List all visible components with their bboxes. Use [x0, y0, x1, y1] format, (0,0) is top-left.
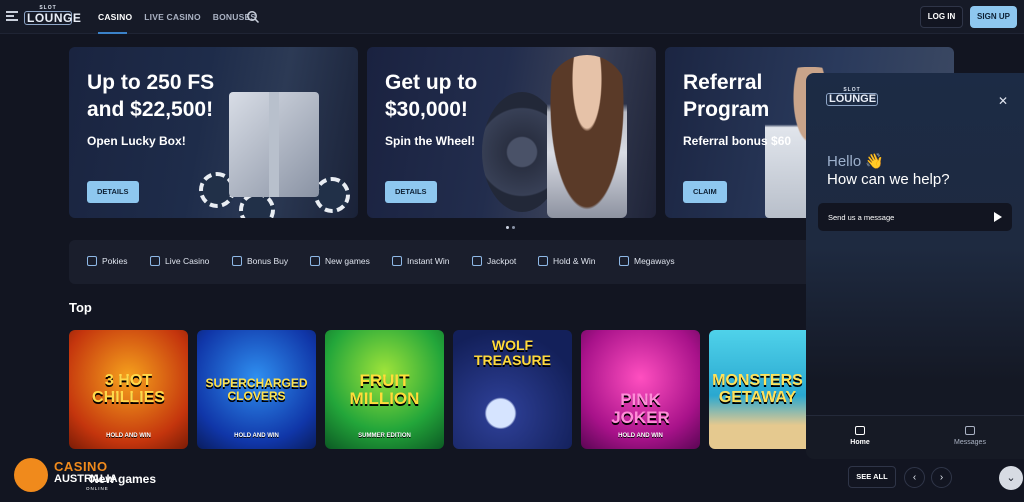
- category-bonus-buy[interactable]: Bonus Buy: [232, 256, 288, 266]
- chat-tab-home[interactable]: Home: [830, 426, 890, 446]
- category-pokies[interactable]: Pokies: [87, 256, 128, 266]
- category-live-casino[interactable]: Live Casino: [150, 256, 209, 266]
- promo-card-lucky-box[interactable]: Up to 250 FS and $22,500! Open Lucky Box…: [69, 47, 358, 218]
- support-chat-widget: SLOT LOUNGE ✕ Hello 👋 How can we help? S…: [806, 73, 1024, 459]
- kangaroo-logo-icon: [14, 458, 48, 492]
- watermark-line1: CASINO: [54, 459, 108, 474]
- casino-australia-watermark: CASINO AUSTRALIA ONLINE: [14, 458, 134, 498]
- promo-card-wheel[interactable]: Get up to $30,000! Spin the Wheel! DETAI…: [367, 47, 656, 218]
- nav-active-indicator: [98, 32, 127, 34]
- game-title: SUPERCHARGED CLOVERS: [205, 375, 308, 403]
- promo-subtitle: Open Lucky Box!: [87, 134, 186, 148]
- game-title: FRUIT MILLION: [349, 370, 420, 408]
- chat-logo: SLOT LOUNGE: [826, 88, 878, 106]
- hostess-image: [547, 55, 627, 218]
- category-hold-win[interactable]: Hold & Win: [538, 256, 596, 266]
- game-subtitle: HOLD AND WIN: [618, 433, 663, 439]
- claim-button[interactable]: CLAIM: [683, 181, 727, 203]
- dealer-icon: [150, 256, 160, 266]
- game-subtitle: HOLD AND WIN: [234, 433, 279, 439]
- watermark-line3: ONLINE: [86, 486, 109, 491]
- category-label: Jackpot: [487, 256, 517, 266]
- game-tile-3-hot-chillies[interactable]: 3 HOT CHILLIES HOLD AND WIN: [69, 330, 188, 449]
- category-label: Pokies: [102, 256, 128, 266]
- main-nav: CASINO LIVE CASINO BONUSES: [98, 12, 256, 22]
- chat-logo-main: LOUNGE: [826, 93, 878, 106]
- lightning-icon: [310, 256, 320, 266]
- category-new-games[interactable]: New games: [310, 256, 370, 266]
- home-icon: [855, 426, 865, 435]
- jackpot-icon: [472, 256, 482, 266]
- chat-help-text: How can we help?: [827, 171, 950, 188]
- promo-title: Referral Program: [683, 71, 770, 122]
- send-message-label: Send us a message: [828, 213, 895, 222]
- megaways-icon: [619, 256, 629, 266]
- message-icon: [965, 426, 975, 435]
- game-subtitle: SUMMER EDITION: [358, 433, 411, 439]
- promo-subtitle: Spin the Wheel!: [385, 134, 475, 148]
- category-label: Live Casino: [165, 256, 210, 266]
- chat-tab-label: Home: [850, 439, 870, 446]
- game-title: PINK JOKER: [611, 390, 670, 428]
- promo-title: Up to 250 FS and $22,500!: [87, 71, 215, 122]
- chat-greeting: Hello 👋: [827, 153, 885, 170]
- game-tile-monsters-getaway[interactable]: MONSTERS GETAWAY: [709, 330, 806, 449]
- login-button[interactable]: LOG IN: [920, 6, 963, 28]
- game-tile-supercharged-clovers[interactable]: SUPERCHARGED CLOVERS HOLD AND WIN: [197, 330, 316, 449]
- game-tile-wolf-treasure[interactable]: WOLF TREASURE: [453, 330, 572, 449]
- top-section-title: Top: [69, 300, 92, 315]
- search-icon[interactable]: [246, 10, 260, 24]
- nav-live-casino[interactable]: LIVE CASINO: [144, 12, 201, 22]
- chevron-down-icon[interactable]: ⌄: [999, 466, 1023, 490]
- gift-icon: [232, 256, 242, 266]
- grid-icon: [538, 256, 548, 266]
- chat-tab-bar: Home Messages: [806, 415, 1024, 459]
- top-header: SLOT LOUNGE CASINO LIVE CASINO BONUSES L…: [0, 0, 1024, 34]
- signup-button[interactable]: SIGN UP: [970, 6, 1017, 28]
- site-logo[interactable]: SLOT LOUNGE: [24, 6, 81, 25]
- promo-subtitle: Referral bonus $60: [683, 134, 792, 148]
- game-title: WOLF TREASURE: [473, 337, 551, 368]
- game-title: MONSTERS GETAWAY: [712, 371, 803, 406]
- category-bar: Pokies Live Casino Bonus Buy New games I…: [69, 240, 829, 284]
- chevron-right-icon[interactable]: ›: [931, 467, 952, 488]
- game-subtitle: HOLD AND WIN: [106, 433, 151, 439]
- pokies-icon: [87, 256, 97, 266]
- category-label: Bonus Buy: [247, 256, 289, 266]
- category-label: New games: [325, 256, 370, 266]
- details-button[interactable]: DETAILS: [87, 181, 139, 203]
- category-instant-win[interactable]: Instant Win: [392, 256, 450, 266]
- gift-box-image: [229, 92, 319, 197]
- game-tile-fruit-million[interactable]: FRUIT MILLION SUMMER EDITION: [325, 330, 444, 449]
- nav-casino[interactable]: CASINO: [98, 12, 132, 22]
- promo-title: Get up to $30,000!: [385, 71, 478, 122]
- category-label: Megaways: [634, 256, 675, 266]
- watermark-line2: AUSTRALIA: [54, 473, 118, 485]
- chat-tab-label: Messages: [954, 439, 986, 446]
- chevron-left-icon[interactable]: ‹: [904, 467, 925, 488]
- carousel-dots[interactable]: [506, 226, 515, 229]
- close-icon[interactable]: ✕: [998, 94, 1008, 108]
- category-megaways[interactable]: Megaways: [619, 256, 675, 266]
- rocket-icon: [392, 256, 402, 266]
- send-arrow-icon: [994, 212, 1002, 222]
- menu-icon[interactable]: [6, 11, 18, 21]
- see-all-button[interactable]: SEE ALL: [848, 466, 896, 488]
- category-jackpot[interactable]: Jackpot: [472, 256, 516, 266]
- category-label: Instant Win: [407, 256, 450, 266]
- game-title: 3 HOT CHILLIES: [92, 371, 165, 406]
- game-tile-pink-joker[interactable]: PINK JOKER HOLD AND WIN: [581, 330, 700, 449]
- logo-main-text: LOUNGE: [24, 11, 81, 25]
- details-button[interactable]: DETAILS: [385, 181, 437, 203]
- category-label: Hold & Win: [553, 256, 596, 266]
- send-message-button[interactable]: Send us a message: [818, 203, 1012, 231]
- chat-tab-messages[interactable]: Messages: [940, 426, 1000, 446]
